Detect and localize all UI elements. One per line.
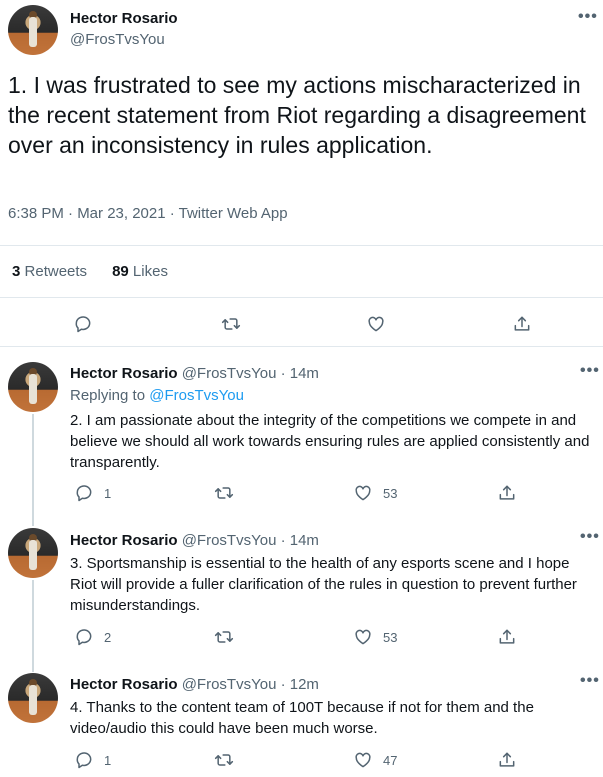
reply-author[interactable]: Hector Rosario @FrosTvsYou · 14m [70,532,319,549]
thread-line [32,580,34,672]
tweet-timestamp[interactable]: 6:38 PM · Mar 23, 2021 · Twitter Web App [8,205,288,222]
like-button[interactable]: 53 [353,627,397,647]
reply-button[interactable] [73,314,93,334]
divider [0,297,603,298]
share-icon [499,752,515,767]
share-button[interactable] [497,627,517,647]
reply-author[interactable]: Hector Rosario @FrosTvsYou · 14m [70,365,319,382]
reply-button[interactable]: 1 [74,483,111,503]
retweets-count[interactable]: 3 [12,263,20,280]
like-count: 53 [383,485,398,501]
replying-prefix: Replying to [70,387,146,404]
more-icon[interactable]: ••• [578,8,598,26]
retweet-icon [214,754,234,766]
share-icon [514,316,530,331]
reply-text: 4. Thanks to the content team of 100T be… [70,699,534,737]
reply-button[interactable]: 2 [74,627,111,647]
likes-count[interactable]: 89 [112,263,129,280]
avatar[interactable] [8,362,58,412]
like-button[interactable]: 53 [353,483,397,503]
author-name[interactable]: Hector Rosario [70,532,178,549]
retweets-label[interactable]: Retweets [25,263,88,280]
heart-icon [355,629,371,645]
like-count: 53 [383,629,398,645]
likes-label[interactable]: Likes [133,263,168,280]
reply-text: 2. I am passionate about the integrity o… [70,412,590,471]
replying-to-link[interactable]: @FrosTvsYou [149,387,244,404]
share-button[interactable] [497,750,517,770]
thread-line [32,414,34,526]
more-icon[interactable]: ••• [580,362,600,380]
reply-author[interactable]: Hector Rosario @FrosTvsYou · 12m [70,676,319,693]
retweet-icon [221,318,241,330]
author-name[interactable]: Hector Rosario [70,676,178,693]
avatar[interactable] [8,673,58,723]
author-handle-time[interactable]: @FrosTvsYou · 14m [182,365,319,382]
reply-icon [76,485,92,502]
heart-icon [355,485,371,501]
author-name[interactable]: Hector Rosario [70,10,178,27]
author-handle[interactable]: @FrosTvsYou [70,31,165,48]
tweet-text: 1. I was frustrated to see my actions mi… [8,72,586,158]
divider [0,245,603,246]
reply-count: 1 [104,485,112,501]
retweet-button[interactable] [214,483,234,503]
retweet-icon [214,631,234,643]
share-button[interactable] [512,314,532,334]
retweet-button[interactable] [214,750,234,770]
share-button[interactable] [497,483,517,503]
share-icon [499,629,515,644]
heart-icon [355,752,371,768]
like-button[interactable]: 47 [353,750,397,770]
retweet-icon [214,487,234,499]
reply-icon [76,629,92,646]
retweet-button[interactable] [221,314,241,334]
retweet-button[interactable] [214,627,234,647]
more-icon[interactable]: ••• [580,528,600,546]
author-handle-time[interactable]: @FrosTvsYou · 14m [182,532,319,549]
replying-to: Replying to @FrosTvsYou [70,387,244,404]
reply-icon [76,752,92,769]
avatar[interactable] [8,5,58,55]
author-name[interactable]: Hector Rosario [70,365,178,382]
author-handle-time[interactable]: @FrosTvsYou · 12m [182,676,319,693]
like-button[interactable] [366,314,386,334]
reply-text: 3. Sportsmanship is essential to the hea… [70,555,577,614]
more-icon[interactable]: ••• [580,672,600,690]
share-icon [499,485,515,500]
reply-icon [75,316,91,333]
reply-count: 1 [104,752,112,768]
reply-count: 2 [104,629,112,645]
divider [0,346,603,347]
heart-icon [368,316,384,332]
tweet-stats: 3 Retweets 89 Likes [12,263,168,280]
like-count: 47 [383,752,398,768]
reply-button[interactable]: 1 [74,750,111,770]
avatar[interactable] [8,528,58,578]
